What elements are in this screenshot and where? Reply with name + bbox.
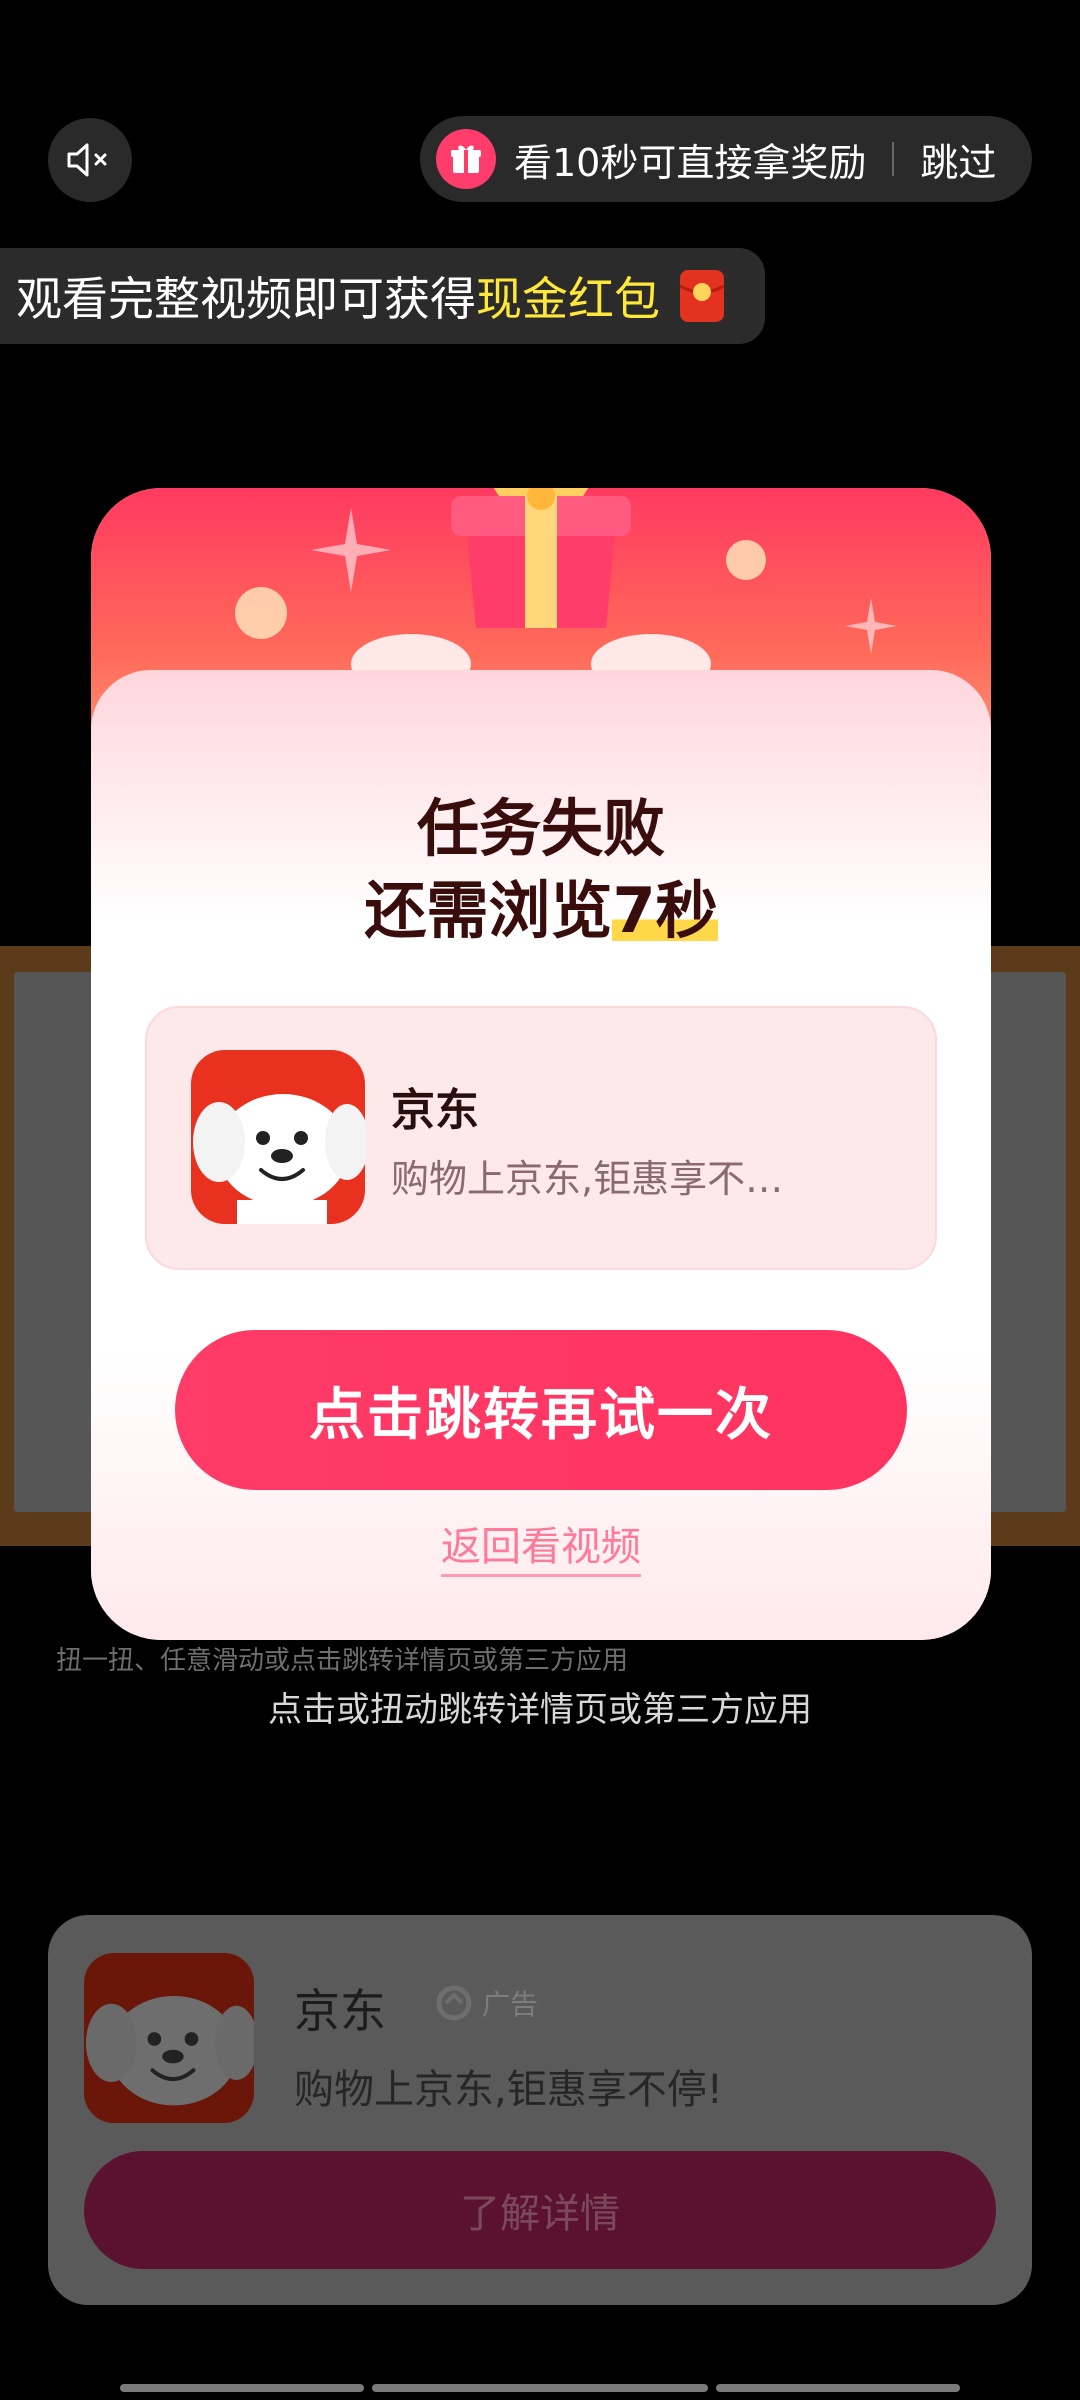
reward-pill: 看10秒可直接拿奖励 跳过	[420, 116, 1032, 202]
dialog-subtitle: 还需浏览7秒	[91, 860, 991, 950]
progress-segment-2	[372, 2384, 708, 2392]
skip-button[interactable]: 跳过	[920, 132, 996, 187]
pill-divider	[892, 142, 895, 176]
gift-icon	[436, 129, 496, 189]
ad-app-name: 京东	[294, 1984, 386, 2038]
reward-text: 看10秒可直接拿奖励	[514, 140, 867, 185]
reward-banner: 观看完整视频即可获得 现金红包	[0, 248, 765, 344]
learn-more-button[interactable]: 了解详情	[84, 2151, 996, 2269]
ad-label: 广告	[482, 1988, 539, 2021]
learn-more-label: 了解详情	[460, 2191, 620, 2237]
ad-description: 购物上京东,钜惠享不停!	[294, 2067, 723, 2113]
banner-text: 观看完整视频即可获得	[16, 272, 476, 326]
retry-button[interactable]: 点击跳转再试一次	[175, 1330, 907, 1490]
ad-card[interactable]: 京东 广告 购物上京东,钜惠享不停! 了解详情	[48, 1915, 1032, 2305]
gift-box-illustration	[451, 488, 631, 628]
app-card[interactable]: 京东 购物上京东,钜惠享不…	[145, 1006, 937, 1270]
shake-hint: 扭一扭、任意滑动或点击跳转详情页或第三方应用	[56, 1646, 629, 1676]
ad-badge: 广告	[436, 1983, 538, 2023]
task-failed-dialog: 任务失败 还需浏览7秒 京东 购物上京东,钜惠享不… 点击跳转再试一次 返回看视…	[91, 488, 991, 1640]
progress-segment-3	[716, 2384, 960, 2392]
banner-highlight: 现金红包	[476, 272, 660, 326]
ad-logo-icon	[436, 1985, 472, 2021]
mute-button[interactable]	[48, 118, 132, 202]
speaker-mute-icon	[67, 143, 107, 177]
ad-app-icon	[84, 1953, 254, 2123]
app-name: 京东	[391, 1085, 479, 1136]
jd-mascot-icon	[191, 1050, 365, 1224]
back-to-video-link[interactable]: 返回看视频	[441, 1524, 641, 1577]
jump-hint[interactable]: 点击或扭动跳转详情页或第三方应用	[0, 1682, 1080, 1731]
subtitle-prefix: 还需浏览	[364, 874, 613, 947]
retry-button-label: 点击跳转再试一次	[309, 1382, 773, 1448]
back-to-video-link-wrap: 返回看视频	[91, 1514, 991, 1577]
dialog-title: 任务失败	[416, 792, 665, 865]
subtitle-highlight: 7秒	[612, 874, 718, 947]
progress-segment-1	[120, 2384, 364, 2392]
red-packet-icon	[679, 270, 725, 322]
app-description: 购物上京东,钜惠享不…	[391, 1157, 784, 1201]
